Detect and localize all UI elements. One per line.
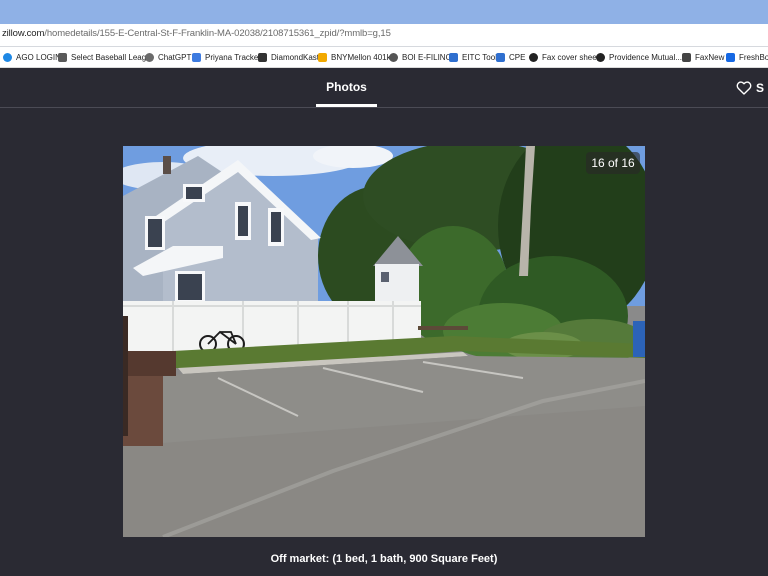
photo-counter: 16 of 16	[586, 152, 640, 174]
bookmark-label: FreshBook	[739, 52, 768, 62]
photo-viewer-header: Photos S	[0, 68, 768, 108]
bookmark-fax-cover-sheet[interactable]: Fax cover sheet	[529, 50, 599, 64]
bookmark-faxnew[interactable]: FaxNew	[682, 50, 724, 64]
fax-icon	[682, 52, 691, 62]
url-text[interactable]: zillow.com/homedetails/155-E-Central-St-…	[2, 28, 391, 39]
bookmark-diamondkast[interactable]: DiamondKast	[258, 50, 319, 64]
bookmark-label: Fax cover sheet	[542, 52, 599, 62]
bookmark-label: Priyana Tracker	[205, 52, 262, 62]
bookmark-bnymellon[interactable]: BNYMellon 401k	[318, 50, 391, 64]
photo-image	[123, 146, 645, 537]
bookmark-label: FaxNew	[695, 52, 725, 62]
freshbooks-icon	[726, 52, 735, 62]
listing-photo[interactable]: 16 of 16	[123, 146, 645, 537]
diamond-icon	[258, 52, 267, 62]
url-path: /homedetails/155-E-Central-St-F-Franklin…	[44, 28, 391, 39]
tab-photos[interactable]: Photos	[316, 68, 377, 107]
bookmark-label: BNYMellon 401k	[331, 52, 391, 62]
bookmark-label: AGO LOGIN	[16, 52, 61, 62]
site-icon	[58, 52, 67, 62]
bookmark-boi-efiling[interactable]: BOI E-FILING	[389, 50, 452, 64]
sheets-icon	[192, 52, 201, 62]
bank-icon	[318, 52, 327, 62]
globe-icon	[596, 52, 605, 62]
globe-icon	[529, 52, 538, 62]
heart-icon	[736, 81, 752, 95]
document-icon	[496, 52, 505, 62]
bookmark-ago-login[interactable]: AGO LOGIN	[3, 50, 61, 64]
chatgpt-icon	[145, 52, 154, 62]
bookmark-chatgpt[interactable]: ChatGPT	[145, 50, 191, 64]
listing-caption: Off market: (1 bed, 1 bath, 900 Square F…	[270, 553, 498, 565]
cloud-icon	[3, 52, 12, 62]
document-icon	[449, 52, 458, 62]
url-host: zillow.com	[2, 28, 45, 39]
bookmark-label: Providence Mutual...	[609, 52, 682, 62]
globe-icon	[389, 52, 398, 62]
bookmark-label: CPE	[509, 52, 526, 62]
bookmark-label: BOI E-FILING	[402, 52, 452, 62]
bookmark-label: DiamondKast	[271, 52, 320, 62]
bookmark-label: Select Baseball Leag...	[71, 52, 153, 62]
save-button[interactable]: S	[736, 78, 764, 98]
bookmark-eitc-tool[interactable]: EITC Tool	[449, 50, 497, 64]
bookmark-label: ChatGPT	[158, 52, 192, 62]
save-label: S	[756, 81, 765, 95]
bookmark-label: EITC Tool	[462, 52, 497, 62]
bookmark-select-baseball[interactable]: Select Baseball Leag...	[58, 50, 153, 64]
bookmark-cpe[interactable]: CPE	[496, 50, 525, 64]
browser-top-strip	[0, 0, 768, 24]
bookmarks-bar: AGO LOGIN Select Baseball Leag... ChatGP…	[0, 47, 768, 68]
bookmark-freshbooks[interactable]: FreshBook	[726, 50, 768, 64]
bookmark-providence-mutual[interactable]: Providence Mutual...	[596, 50, 682, 64]
address-bar[interactable]: zillow.com/homedetails/155-E-Central-St-…	[0, 24, 768, 47]
bookmark-priyana-tracker[interactable]: Priyana Tracker	[192, 50, 261, 64]
